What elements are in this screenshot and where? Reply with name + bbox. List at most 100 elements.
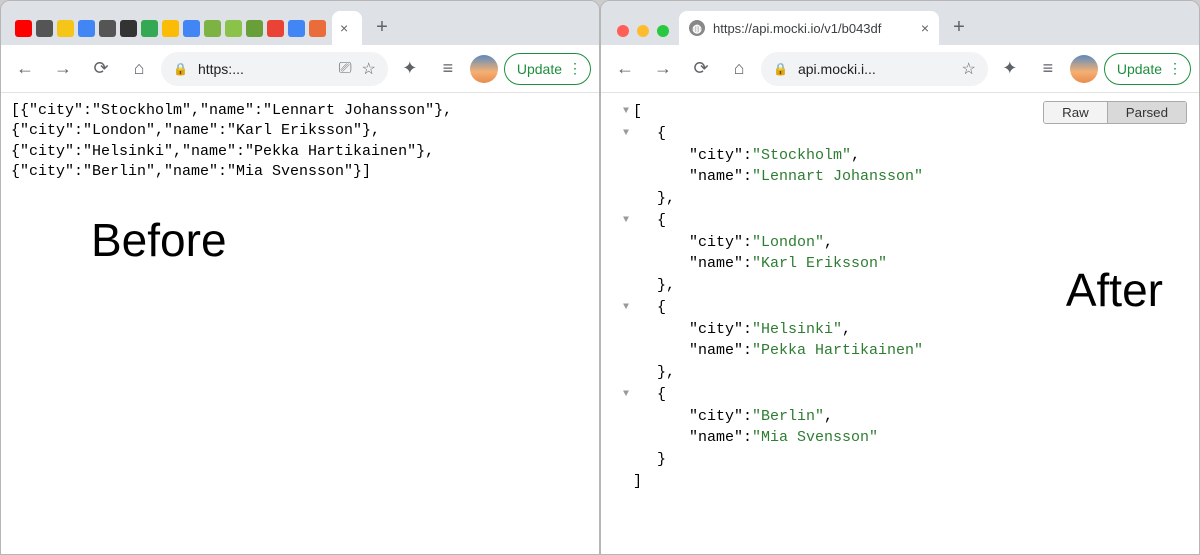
json-row: "name": "Pekka Hartikainen": [619, 340, 1189, 362]
json-value: "Lennart Johansson": [752, 166, 923, 188]
collapse-icon: [619, 471, 633, 475]
pinned-tab-panda-icon[interactable]: [120, 20, 137, 37]
update-button[interactable]: Update ⋮: [1104, 53, 1191, 85]
pinned-tab-postit-icon[interactable]: [57, 20, 74, 37]
collapse-icon: [619, 188, 633, 192]
reload-button[interactable]: ⟳: [685, 53, 717, 85]
json-value: "Karl Eriksson": [752, 253, 887, 275]
json-row: "city": "Berlin",: [619, 406, 1189, 428]
collapse-icon: [619, 232, 633, 236]
json-key: "city": [689, 232, 743, 254]
pinned-tab-mail-icon[interactable]: [309, 20, 326, 37]
lock-icon: 🔒: [173, 62, 188, 76]
back-button[interactable]: ←: [609, 53, 641, 85]
address-text: https:...: [198, 61, 329, 77]
parsed-toggle[interactable]: Parsed: [1107, 102, 1186, 123]
json-row: "name": "Lennart Johansson": [619, 166, 1189, 188]
collapse-icon: [619, 275, 633, 279]
toolbar: ← → ⟳ ⌂ 🔒 api.mocki.i... ☆ ✦ ≡ Update ⋮: [601, 45, 1199, 93]
back-button[interactable]: ←: [9, 53, 41, 85]
address-bar[interactable]: 🔒 api.mocki.i... ☆: [761, 52, 988, 86]
home-button[interactable]: ⌂: [123, 53, 155, 85]
profile-avatar[interactable]: [470, 55, 498, 83]
pinned-tab-g4-icon[interactable]: [288, 20, 305, 37]
tab-strip: ◍ https://api.mocki.io/v1/b043df × +: [601, 1, 1199, 45]
profile-avatar[interactable]: [1070, 55, 1098, 83]
collapse-icon[interactable]: ▼: [619, 123, 633, 142]
json-key: "name": [689, 340, 743, 362]
close-tab-icon[interactable]: ×: [340, 20, 348, 36]
reload-button[interactable]: ⟳: [85, 53, 117, 85]
forward-button[interactable]: →: [47, 53, 79, 85]
page-content: Raw Parsed ▼[▼{"city": "Stockholm","name…: [601, 93, 1199, 554]
pinned-tab-globe-icon[interactable]: [99, 20, 116, 37]
after-label: After: [1066, 263, 1163, 317]
collapse-icon: [619, 319, 633, 323]
before-label: Before: [91, 213, 227, 267]
address-bar[interactable]: 🔒 https:... ⎚ ☆: [161, 52, 388, 86]
close-tab-icon[interactable]: ×: [921, 20, 929, 36]
json-key: "name": [689, 253, 743, 275]
tab-strip: × +: [1, 1, 599, 45]
globe-icon: ◍: [689, 20, 705, 36]
collapse-icon: [619, 449, 633, 453]
json-row: ▼{: [619, 384, 1189, 406]
star-icon[interactable]: ☆: [962, 59, 976, 79]
extensions-icon[interactable]: ✦: [394, 53, 426, 85]
minimize-window-icon[interactable]: [637, 25, 649, 37]
forward-button[interactable]: →: [647, 53, 679, 85]
address-text: api.mocki.i...: [798, 61, 952, 77]
json-key: "name": [689, 427, 743, 449]
json-row: "city": "Helsinki",: [619, 319, 1189, 341]
json-key: "city": [689, 319, 743, 341]
collapse-icon: [619, 362, 633, 366]
pinned-tab-leaf2-icon[interactable]: [225, 20, 242, 37]
collapse-icon: [619, 166, 633, 170]
page-content: [{"city":"Stockholm","name":"Lennart Joh…: [1, 93, 599, 554]
collapse-icon[interactable]: ▼: [619, 297, 633, 316]
active-tab[interactable]: ×: [332, 11, 362, 45]
pinned-tab-G2-icon[interactable]: [267, 20, 284, 37]
json-value: "Berlin": [752, 406, 824, 428]
star-icon[interactable]: ☆: [362, 59, 376, 79]
pinned-tab-G-icon[interactable]: [183, 20, 200, 37]
pinned-tab-g2-icon[interactable]: [141, 20, 158, 37]
pinned-tab-yt-icon[interactable]: [15, 20, 32, 37]
json-value: "Pekka Hartikainen": [752, 340, 923, 362]
json-value: "Stockholm": [752, 145, 851, 167]
window-before: × + ← → ⟳ ⌂ 🔒 https:... ⎚ ☆ ✦ ≡ Update ⋮…: [0, 0, 600, 555]
json-row: },: [619, 362, 1189, 384]
update-label: Update: [1117, 61, 1162, 77]
update-menu-icon: ⋮: [568, 60, 582, 77]
pinned-tab-mute-icon[interactable]: [36, 20, 53, 37]
json-row: }: [619, 449, 1189, 471]
collapse-icon[interactable]: ▼: [619, 384, 633, 403]
collapse-icon[interactable]: ▼: [619, 101, 633, 120]
collapse-icon: [619, 340, 633, 344]
collapse-icon: [619, 406, 633, 410]
pinned-tab-leaf1-icon[interactable]: [204, 20, 221, 37]
update-menu-icon: ⋮: [1168, 60, 1182, 77]
pinned-tab-leaf3-icon[interactable]: [246, 20, 263, 37]
home-button[interactable]: ⌂: [723, 53, 755, 85]
json-row: "name": "Mia Svensson": [619, 427, 1189, 449]
update-label: Update: [517, 61, 562, 77]
extensions-icon[interactable]: ✦: [994, 53, 1026, 85]
update-button[interactable]: Update ⋮: [504, 53, 591, 85]
active-tab[interactable]: ◍ https://api.mocki.io/v1/b043df ×: [679, 11, 939, 45]
collapse-icon: [619, 253, 633, 257]
maximize-window-icon[interactable]: [657, 25, 669, 37]
pinned-tab-g1-icon[interactable]: [78, 20, 95, 37]
cast-icon[interactable]: ⎚: [339, 60, 352, 78]
raw-toggle[interactable]: Raw: [1044, 102, 1107, 123]
window-controls: [609, 25, 679, 45]
new-tab-button[interactable]: +: [945, 13, 973, 41]
collapse-icon: [619, 145, 633, 149]
reading-list-icon[interactable]: ≡: [432, 53, 464, 85]
raw-json-text: [{"city":"Stockholm","name":"Lennart Joh…: [11, 101, 589, 182]
pinned-tab-g3-icon[interactable]: [162, 20, 179, 37]
collapse-icon[interactable]: ▼: [619, 210, 633, 229]
close-window-icon[interactable]: [617, 25, 629, 37]
new-tab-button[interactable]: +: [368, 13, 396, 41]
reading-list-icon[interactable]: ≡: [1032, 53, 1064, 85]
